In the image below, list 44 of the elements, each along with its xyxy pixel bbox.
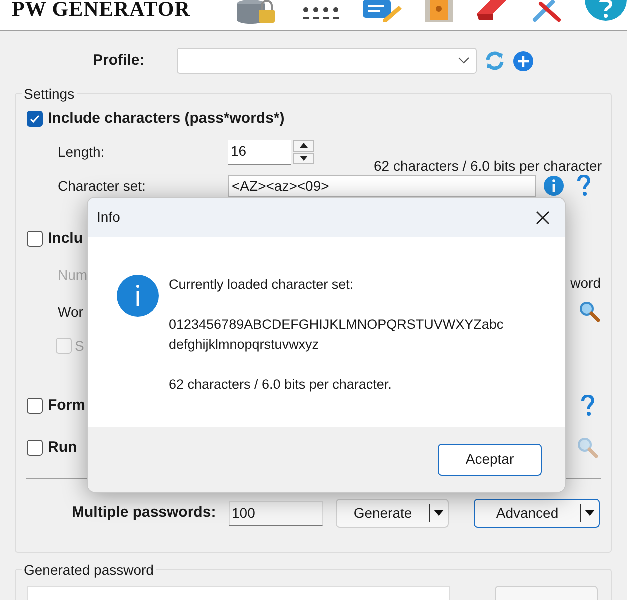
close-icon[interactable]: [535, 210, 551, 226]
charset-dropdown[interactable]: <AZ><az><09>: [228, 175, 536, 197]
charset-summary: 62 characters / 6.0 bits per character: [374, 157, 602, 174]
checkbox[interactable]: [27, 231, 43, 247]
add-icon[interactable]: [513, 50, 534, 72]
dialog-title: Info: [97, 208, 120, 227]
info-icon[interactable]: [544, 176, 564, 196]
checkbox[interactable]: [27, 111, 43, 127]
help-icon[interactable]: [576, 175, 592, 197]
checkbox-label: Form: [48, 396, 86, 416]
help-icon[interactable]: [580, 395, 596, 417]
length-input[interactable]: 16: [228, 140, 291, 164]
field-label: Num: [58, 266, 88, 284]
field-label: word: [570, 274, 601, 292]
help-icon[interactable]: [585, 0, 627, 22]
checkbox-label: Include characters (pass*words*): [48, 108, 285, 129]
charset-text: 0123456789ABCDEFGHIJKLMNOPQRSTUVWXYZabcdefghijklmnopqrstuvwxyz: [169, 316, 505, 354]
search-icon[interactable]: [579, 301, 601, 323]
checkmark-icon: [29, 113, 41, 125]
checkbox-label: S: [75, 336, 84, 356]
split-button[interactable]: Advanced: [474, 498, 600, 528]
split-button[interactable]: Generate: [336, 498, 449, 528]
field-label: Wor: [58, 302, 84, 322]
checkbox-label: Inclu: [48, 228, 84, 249]
safe-icon[interactable]: [425, 0, 453, 22]
field-label: Multiple passwords:: [72, 502, 218, 523]
notepad-pencil-icon[interactable]: [363, 0, 403, 22]
refresh-icon[interactable]: [485, 51, 505, 71]
ok-button[interactable]: Aceptar: [438, 444, 542, 476]
field-label: Length:: [58, 142, 106, 162]
field-label: Character set:: [58, 176, 147, 196]
field-label: Profile:: [93, 50, 146, 71]
dialog-text: Currently loaded character set:: [169, 276, 355, 294]
dialog-text: 62 characters / 6.0 bits per character.: [169, 376, 393, 394]
chevron-down-icon: [458, 57, 470, 65]
checkbox-label: Run: [48, 438, 78, 458]
app-title: PW GENERATOR: [11, 0, 192, 18]
eraser-icon[interactable]: [475, 0, 509, 22]
checkbox[interactable]: [27, 398, 43, 414]
tools-icon[interactable]: [531, 0, 563, 22]
checkbox[interactable]: [27, 440, 43, 456]
spinner[interactable]: [293, 140, 314, 164]
count-input[interactable]: 100: [229, 500, 323, 526]
info-icon: [117, 275, 159, 317]
